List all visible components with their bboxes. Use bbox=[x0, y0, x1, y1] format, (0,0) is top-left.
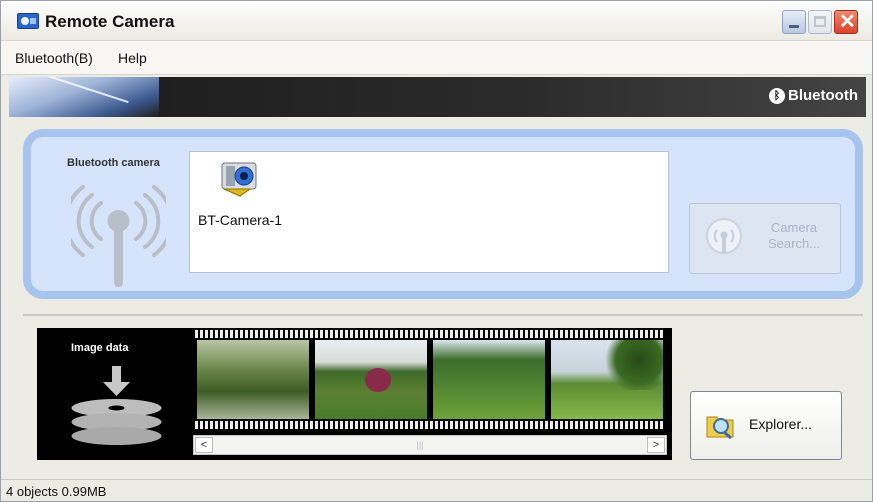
device-name: BT-Camera-1 bbox=[198, 212, 283, 228]
menu-help[interactable]: Help bbox=[118, 50, 147, 66]
title-bar[interactable]: Remote Camera ✕ bbox=[1, 1, 872, 41]
bluetooth-logo: ᛒ Bluetooth bbox=[769, 87, 858, 104]
folder-search-icon bbox=[706, 416, 734, 440]
minimize-button[interactable] bbox=[782, 10, 806, 34]
header-banner: ᛒ Bluetooth bbox=[9, 77, 866, 117]
bluetooth-brand-text: Bluetooth bbox=[788, 87, 858, 104]
laptop-banner-art bbox=[9, 77, 159, 117]
image-thumbnail[interactable] bbox=[551, 340, 663, 419]
camera-device-list[interactable]: BT-Camera-1 bbox=[189, 151, 669, 273]
camera-search-button[interactable]: Camera Search... bbox=[689, 203, 841, 274]
camera-search-icon bbox=[706, 218, 742, 254]
maximize-button[interactable] bbox=[808, 10, 832, 34]
bluetooth-camera-panel: Bluetooth camera BT-Camera-1 Camera Sear… bbox=[23, 129, 863, 299]
device-list-item[interactable]: BT-Camera-1 bbox=[198, 160, 298, 228]
window-title: Remote Camera bbox=[45, 12, 175, 31]
remote-camera-window: Remote Camera ✕ Bluetooth(B) Help ᛒ Bluet… bbox=[0, 0, 873, 502]
remote-camera-app-icon bbox=[17, 13, 39, 29]
maximize-icon bbox=[814, 16, 826, 27]
bluetooth-icon: ᛒ bbox=[769, 88, 786, 104]
image-thumbnail[interactable] bbox=[315, 340, 427, 419]
menu-bluetooth[interactable]: Bluetooth(B) bbox=[15, 50, 93, 66]
scroll-right-button[interactable]: > bbox=[647, 437, 665, 453]
chevron-left-icon: < bbox=[200, 439, 208, 451]
status-bar: 4 objects 0.99MB bbox=[1, 479, 872, 501]
chevron-right-icon: > bbox=[652, 439, 660, 451]
status-text: 4 objects 0.99MB bbox=[6, 484, 107, 499]
antenna-signal-icon bbox=[71, 185, 166, 287]
filmstrip-scrollbar[interactable]: < ||| > bbox=[193, 435, 667, 455]
bt-camera-icon bbox=[221, 162, 257, 197]
film-perforation bbox=[195, 330, 665, 338]
bluetooth-camera-label: Bluetooth camera bbox=[67, 157, 160, 169]
camera-search-label: Camera Search... bbox=[767, 220, 821, 251]
image-thumbnail[interactable] bbox=[197, 340, 309, 419]
download-to-disk-icon bbox=[71, 366, 162, 445]
image-data-label: Image data bbox=[71, 342, 129, 354]
minimize-icon bbox=[789, 25, 799, 28]
film-perforation bbox=[195, 421, 665, 429]
explorer-button-label: Explorer... bbox=[749, 416, 813, 432]
image-filmstrip[interactable] bbox=[193, 328, 667, 431]
image-thumbnail[interactable] bbox=[433, 340, 545, 419]
explorer-button[interactable]: Explorer... bbox=[690, 391, 842, 460]
scroll-left-button[interactable]: < bbox=[195, 437, 213, 453]
scroll-thumb[interactable]: ||| bbox=[414, 440, 426, 450]
menu-bar: Bluetooth(B) Help bbox=[1, 41, 872, 75]
image-data-panel: Image data < ||| > bbox=[37, 328, 672, 460]
close-button[interactable]: ✕ bbox=[834, 10, 858, 34]
close-icon: ✕ bbox=[839, 11, 856, 33]
section-divider bbox=[23, 314, 863, 316]
